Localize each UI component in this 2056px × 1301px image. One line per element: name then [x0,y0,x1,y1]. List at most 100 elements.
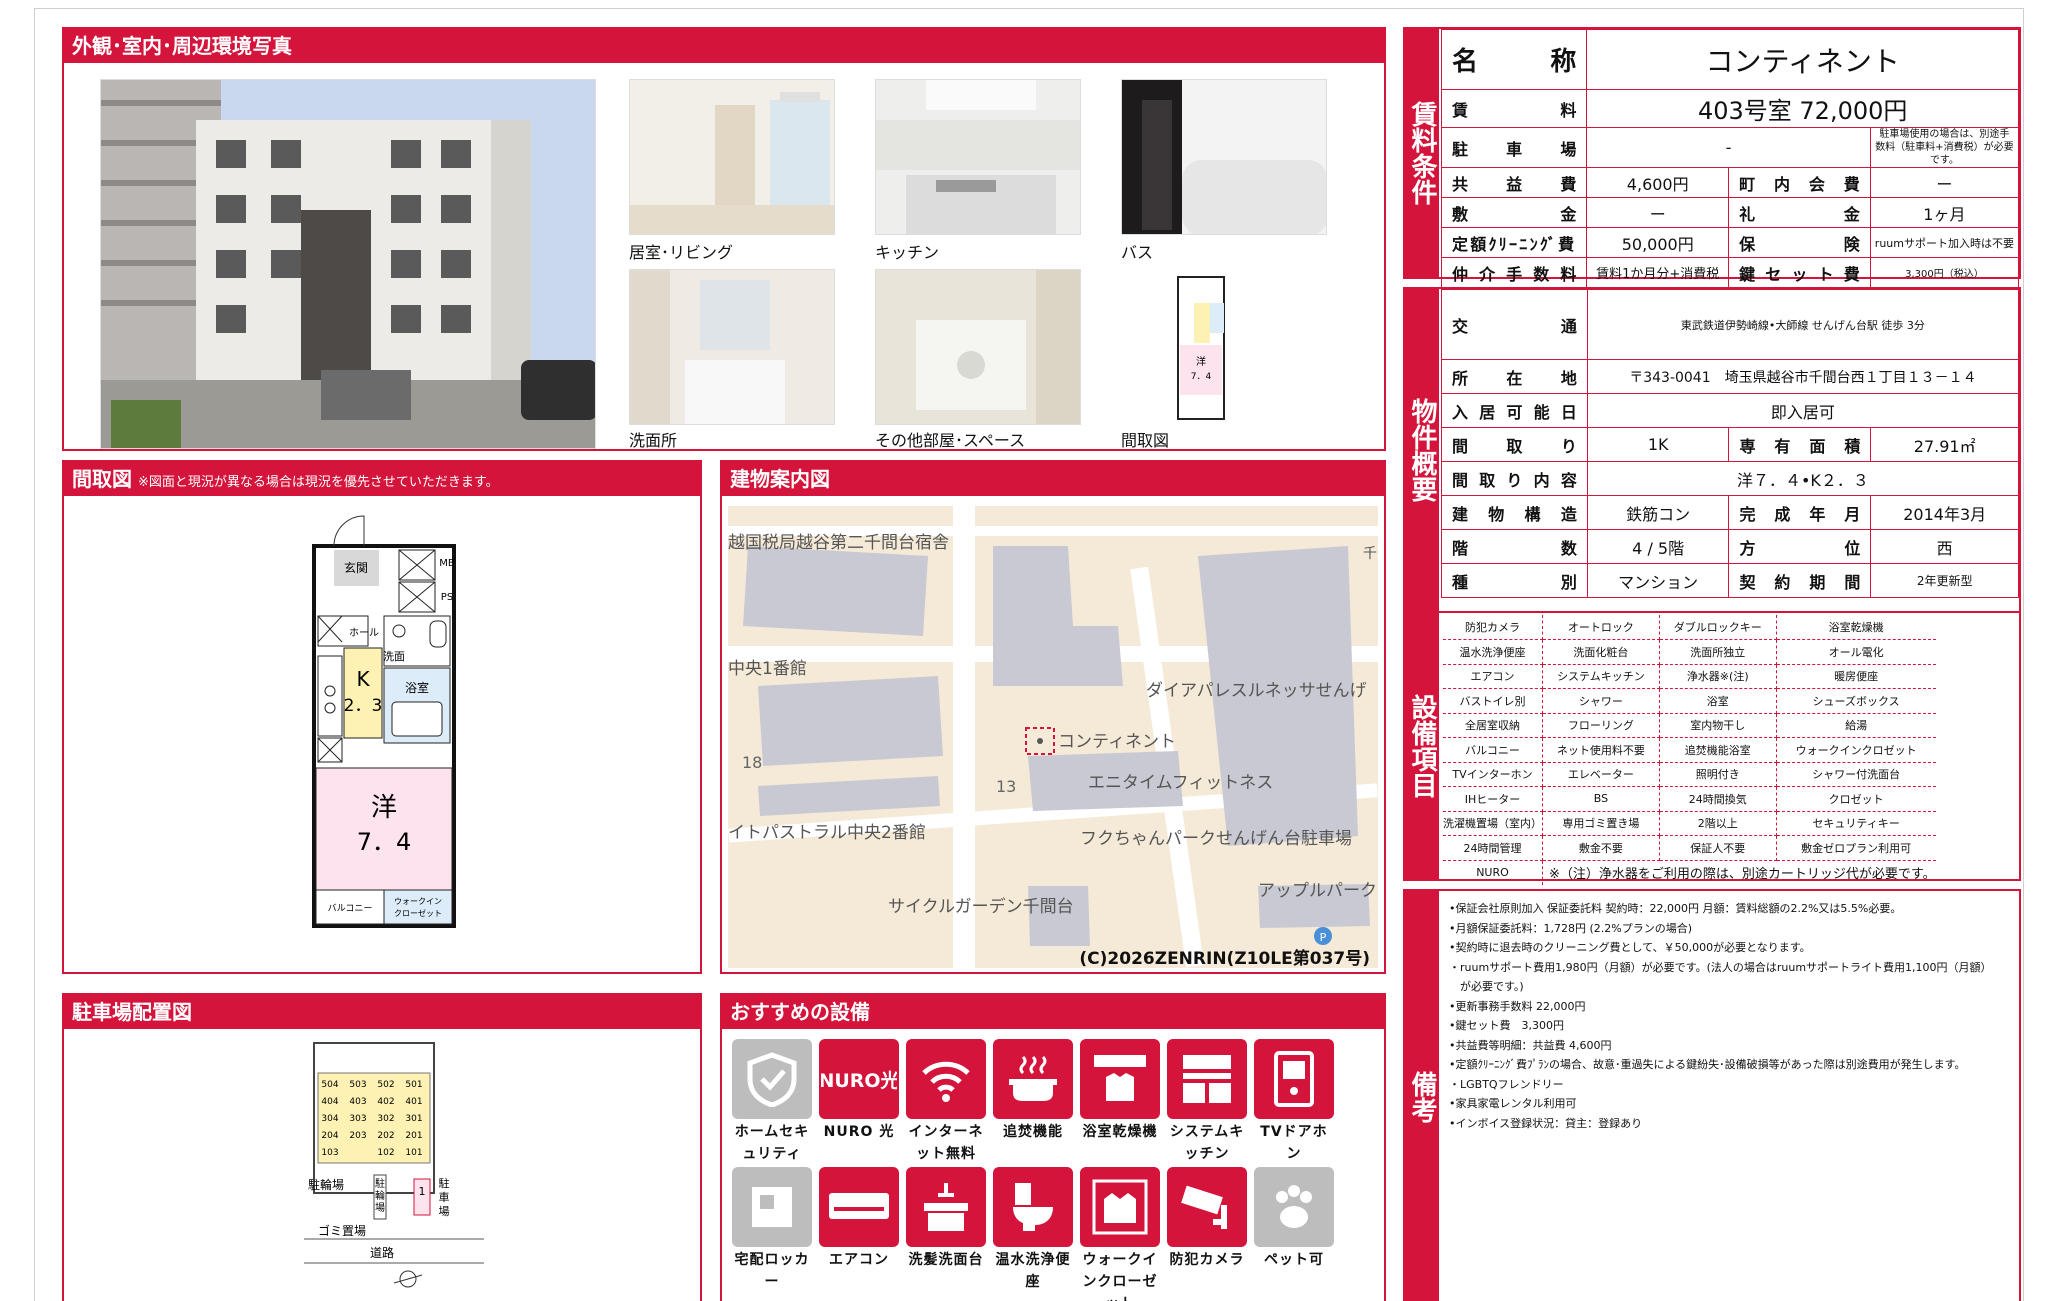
rent-conditions-label: 賃料条件 [1405,29,1439,277]
area-value: 27.91㎡ [1870,427,2019,462]
cleaning-fee-value: 50,000円 [1586,227,1730,258]
structure-label: 建 物 構 造 [1441,495,1588,530]
unit-number: 101 [405,1148,422,1158]
recommended-label: システムキッチン [1169,1124,1245,1162]
recommended-label: インターネット無料 [908,1124,984,1162]
equipment-item: シューズボックス [1776,688,1936,714]
recommended-item: インターネット無料 [906,1039,986,1165]
svg-text:クローゼット: クローゼット [394,908,442,918]
transport-label: 交 通 [1441,289,1588,360]
kitchen-size-label: 2．3 [344,696,383,716]
bathroom-photo [1121,79,1327,235]
equipment-item: 浴室 [1659,688,1777,714]
kitchen-icon [1167,1039,1247,1119]
reikin-label: 礼 金 [1728,197,1871,228]
map-label-chuo1: 中央1番館 [728,659,807,679]
shield-icon [732,1039,812,1119]
recommended-label: ペット可 [1264,1252,1324,1268]
movein-value: 即入居可 [1586,393,2020,428]
bath-dryer-icon [1080,1039,1160,1119]
recommended-item: 洗髪洗面台 [906,1167,986,1271]
floor-value: 4 / 5階 [1586,529,1730,564]
unit-number: 102 [377,1148,394,1158]
recommended-title: おすすめの設備 [722,995,1384,1029]
area-map[interactable]: 越国税局越谷第二千間台宿舎 中央1番館 ダイアパレスルネッサせんげ コンティネン… [728,506,1378,968]
contract-value: 2年更新型 [1870,563,2019,598]
other-space-photo [875,269,1081,425]
photo-caption: バス [1121,243,1154,262]
layout-detail-label: 間 取 り 内 容 [1441,461,1588,496]
equipment-item: 洗濯機置場（室内） [1443,811,1543,836]
map-label-anytime: エニタイムフィットネス [1088,773,1273,793]
parking-label: 駐 車 場 [1440,127,1588,168]
washroom-photo [629,269,835,425]
hall-label: ホール [349,627,379,639]
equipment-item: 専用ゴミ置き場 [1542,811,1660,836]
recommended-item: エアコン [819,1167,899,1271]
area-label: 専 有 面 積 [1728,427,1872,462]
recommended-label: ホームセキュリティ [734,1124,810,1162]
unit-number: 303 [349,1114,366,1124]
parking-panel: 駐車場配置図 504 503 502 501 404 403 402 401 304 303 302… [62,993,702,1301]
gomi-label: ゴミ置場 [318,1223,366,1238]
toilet-icon [993,1167,1073,1247]
property-sheet: 外観･室内･周辺環境写真 居室･リビング キッチン バス 洗面所 その他部屋･ス… [34,8,2024,1301]
layout-value: 1K [1586,427,1730,462]
insurance-label: 保 険 [1728,227,1871,258]
recommended-label: 浴室乾燥機 [1082,1124,1158,1140]
photo-caption: キッチン [875,243,940,262]
svg-text:NURO光: NURO光 [821,1069,897,1092]
photo-caption: 間取図 [1121,431,1170,450]
yokushitsu-label: 浴室 [405,680,429,695]
unit-number: 201 [405,1131,422,1141]
svg-text:場: 場 [375,1201,385,1214]
photos-title: 外観･室内･周辺環境写真 [64,29,1384,63]
mb-label: MB [439,558,455,569]
recommended-label: エアコン [829,1252,889,1268]
bathtub-icon [993,1039,1073,1119]
common-fee-value: 4,600円 [1586,167,1730,198]
shikikin-value: ー [1586,197,1730,228]
equipment-item: シャワー付洗面台 [1776,762,1936,787]
churinjo-label: 駐輪場 [308,1177,344,1192]
equipment-item: 浄水器※(注) [1659,664,1777,689]
floorplan-panel: 間取図 ※図面と現況が異なる場合は現況を優先させていただきます。 玄関 MB PS… [62,460,702,974]
unit-number: 301 [405,1114,422,1124]
svg-text:ウォークイン: ウォークイン [394,897,442,906]
equipment-item: ダブルロックキー [1659,615,1777,640]
property-name: コンティネント [1586,29,2019,90]
remark-line: •鍵セット費 3,300円 [1449,1019,1564,1032]
equipment-item: システムキッチン [1542,664,1660,689]
remark-line: •定額ｸﾘｰﾆﾝｸﾞ費ﾌﾟﾗﾝの場合、故意･重過失による鍵紛失･設備破損等があっ… [1449,1058,1966,1071]
built-label: 完 成 年 月 [1728,495,1872,530]
cleaning-fee-label: 定額ｸﾘｰﾆﾝｸﾞ費 [1440,227,1588,258]
equipment-note: ※（注）浄水器をご利用の際は、別途カートリッジ代が必要です。 [1549,867,1936,882]
parking-note: 駐車場使用の場合は、別途手数料（駐車料+消費税）が必要です。 [1869,127,2020,168]
thumb-size-label: 7．4 [1191,372,1212,382]
unit-number: 202 [377,1131,394,1141]
parking-p-icon: P [1320,931,1327,944]
unit-number: 504 [321,1080,338,1090]
remark-line: •保証会社原則加入 保証委託料 契約時：22,000円 月額：賃料総額の2.2%… [1449,902,1902,915]
equipment-item: 保証人不要 [1659,835,1777,861]
floorplan-title: 間取図 ※図面と現況が異なる場合は現況を優先させていただきます。 [64,462,700,496]
remark-line: ・ruumサポート費用1,980円（月額）が必要です。(法人の場合はruumサポ… [1449,960,1992,994]
equipment-item: クロゼット [1776,786,1936,812]
exterior-photo [100,79,596,449]
thumb-western-label: 洋 [1196,355,1206,368]
equipment-item: 追焚機能浴室 [1659,737,1777,763]
layout-label: 間 取 り [1441,427,1588,462]
equipment-item: エアコン [1443,664,1543,689]
type-value: マンション [1586,563,1730,598]
photo-caption: 居室･リビング [629,243,734,262]
insurance-value: ruumサポート加入時は不要 [1869,227,2020,258]
recommended-item: システムキッチン [1167,1039,1247,1165]
map-label-cycle: サイクルガーデン千間台 [888,896,1074,917]
equipment-item: オール電化 [1776,639,1936,665]
floorplan-note: ※図面と現況が異なる場合は現況を優先させていただきます。 [138,475,499,490]
keyset-value: 3,300円（税込） [1869,257,2020,288]
unit-number: 503 [349,1080,366,1090]
chonaikai-value: ー [1869,167,2020,198]
photo-caption: その他部屋･スペース [875,431,1026,450]
rent-conditions-table: 名 称コンティネント 賃 料 403号室 72,000円 駐 車 場 - 駐車場使用の… [1440,29,2020,288]
